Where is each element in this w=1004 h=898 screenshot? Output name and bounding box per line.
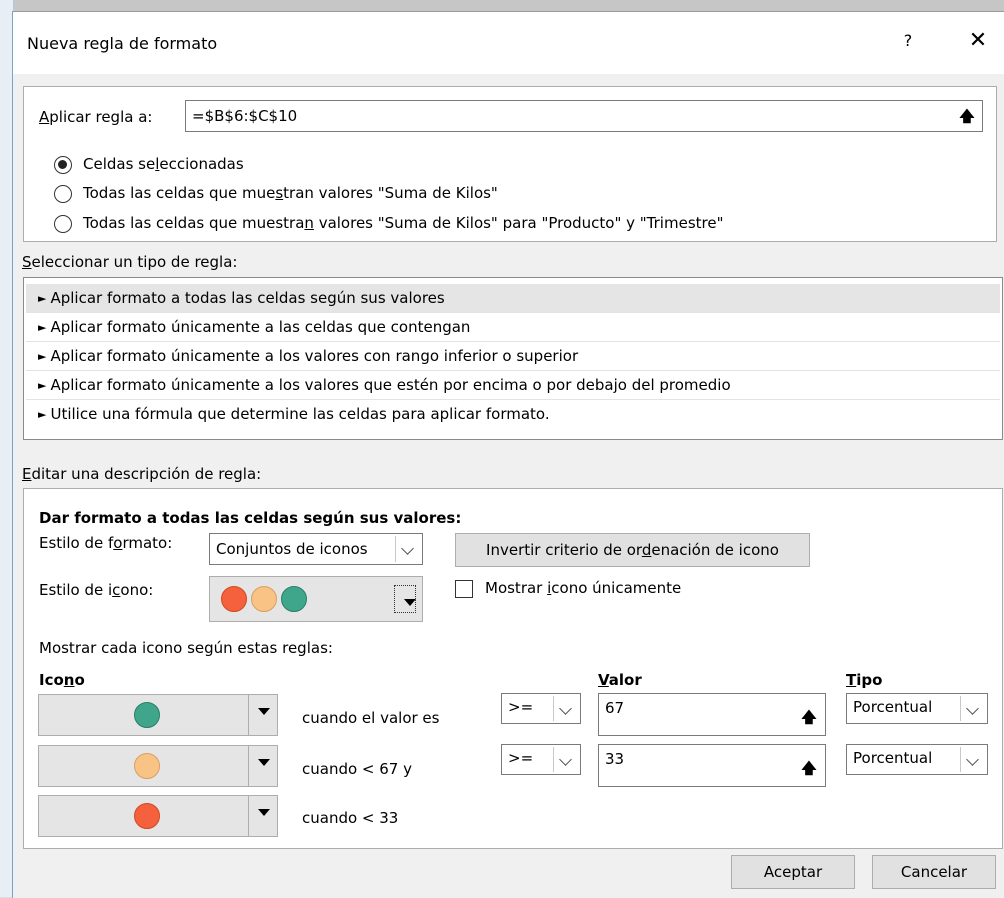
dropdown-arrow-icon[interactable] — [248, 695, 277, 735]
value-input-row-1[interactable]: 67 — [598, 693, 826, 736]
green-circle-icon — [134, 702, 160, 728]
condition-label-row-3: cuando < 33 — [302, 809, 399, 827]
chevron-down-icon[interactable] — [553, 747, 578, 772]
icon-style-label: Estilo de icono: — [39, 581, 154, 599]
icon-select-row-3[interactable] — [38, 795, 278, 837]
new-format-rule-dialog: Nueva regla de formato ? ✕ Aplicar regla… — [12, 11, 1004, 898]
apply-rule-label: Aplicar regla a: — [39, 108, 153, 126]
show-icon-only-checkbox[interactable] — [455, 580, 473, 598]
description-heading: Dar formato a todas las celdas según sus… — [39, 509, 462, 527]
rule-type-item[interactable]: ► Aplicar formato únicamente a los valore… — [26, 342, 1000, 371]
condition-label-row-1: cuando el valor es — [302, 709, 440, 727]
help-button[interactable]: ? — [893, 26, 923, 56]
format-style-label: Estilo de formato: — [39, 534, 173, 552]
chevron-down-icon[interactable] — [960, 696, 985, 721]
col-icon-header: Icono — [39, 671, 85, 689]
radio-all-cells-values[interactable] — [54, 185, 72, 203]
apply-range-input[interactable]: =$B$6:$C$10 — [185, 100, 983, 132]
type-select-row-1[interactable]: Porcentual — [846, 693, 988, 724]
radio-all-cells-product-quarter-label[interactable]: Todas las celdas que muestran valores "S… — [83, 214, 723, 232]
edit-description-panel: Dar formato a todas las celdas según sus… — [23, 488, 1003, 849]
ok-button[interactable]: Aceptar — [731, 855, 855, 889]
operator-select-row-1[interactable]: >= — [501, 693, 581, 724]
rule-type-item[interactable]: ► Aplicar formato únicamente a las celdas… — [26, 313, 1000, 342]
rule-type-label: Seleccionar un tipo de regla: — [22, 253, 238, 271]
icon-style-select[interactable] — [209, 576, 423, 622]
icon-select-row-2[interactable] — [38, 745, 278, 787]
dropdown-arrow-icon[interactable] — [248, 746, 277, 786]
radio-all-cells-values-label[interactable]: Todas las celdas que muestran valores "S… — [83, 184, 498, 202]
icon-select-row-1[interactable] — [38, 694, 278, 736]
rule-type-item[interactable]: ► Aplicar formato a todas las celdas segú… — [26, 284, 1000, 313]
title-bar: Nueva regla de formato ? ✕ — [13, 12, 1004, 74]
red-circle-icon — [134, 803, 160, 829]
dialog-title: Nueva regla de formato — [27, 34, 218, 53]
condition-label-row-2: cuando < 67 y — [302, 760, 412, 778]
dropdown-arrow-icon[interactable] — [248, 796, 277, 836]
radio-selected-cells[interactable] — [54, 156, 72, 174]
dropdown-arrow-icon[interactable] — [394, 585, 416, 613]
yellow-circle-icon — [134, 753, 160, 779]
value-input-row-2[interactable]: 33 — [598, 744, 826, 787]
yellow-circle-icon — [251, 586, 277, 612]
radio-selected-cells-label[interactable]: Celdas seleccionadas — [83, 155, 244, 173]
cancel-button[interactable]: Cancelar — [872, 855, 996, 889]
type-select-row-2[interactable]: Porcentual — [846, 744, 988, 775]
format-style-select[interactable]: Conjuntos de iconos — [209, 533, 423, 565]
collapse-dialog-button[interactable]: 🡅 — [954, 103, 980, 129]
col-value-header: Valor — [598, 671, 642, 689]
green-circle-icon — [281, 586, 307, 612]
operator-select-row-2[interactable]: >= — [501, 744, 581, 775]
collapse-dialog-button[interactable]: 🡅 — [796, 704, 822, 730]
red-circle-icon — [221, 586, 247, 612]
chevron-down-icon[interactable] — [395, 536, 420, 562]
apply-rule-panel: Aplicar regla a: =$B$6:$C$10 🡅 Celdas se… — [23, 86, 997, 242]
collapse-dialog-button[interactable]: 🡅 — [796, 755, 822, 781]
rule-type-item[interactable]: ► Aplicar formato únicamente a los valore… — [26, 371, 1000, 400]
chevron-down-icon[interactable] — [960, 747, 985, 772]
chevron-down-icon[interactable] — [553, 696, 578, 721]
close-button[interactable]: ✕ — [963, 26, 993, 56]
background-window-strip — [0, 0, 1004, 11]
reverse-icon-order-button[interactable]: Invertir criterio de ordenación de icono — [455, 533, 810, 567]
col-type-header: Tipo — [846, 671, 883, 689]
radio-all-cells-product-quarter[interactable] — [54, 215, 72, 233]
edit-description-label: Editar una descripción de regla: — [22, 465, 262, 483]
show-icon-only-label[interactable]: Mostrar icono únicamente — [485, 579, 681, 597]
rule-type-item[interactable]: ► Utilice una fórmula que determine las c… — [26, 400, 1000, 429]
rules-caption: Mostrar cada icono según estas reglas: — [39, 639, 333, 657]
rule-type-list: ► Aplicar formato a todas las celdas segú… — [23, 277, 1003, 440]
